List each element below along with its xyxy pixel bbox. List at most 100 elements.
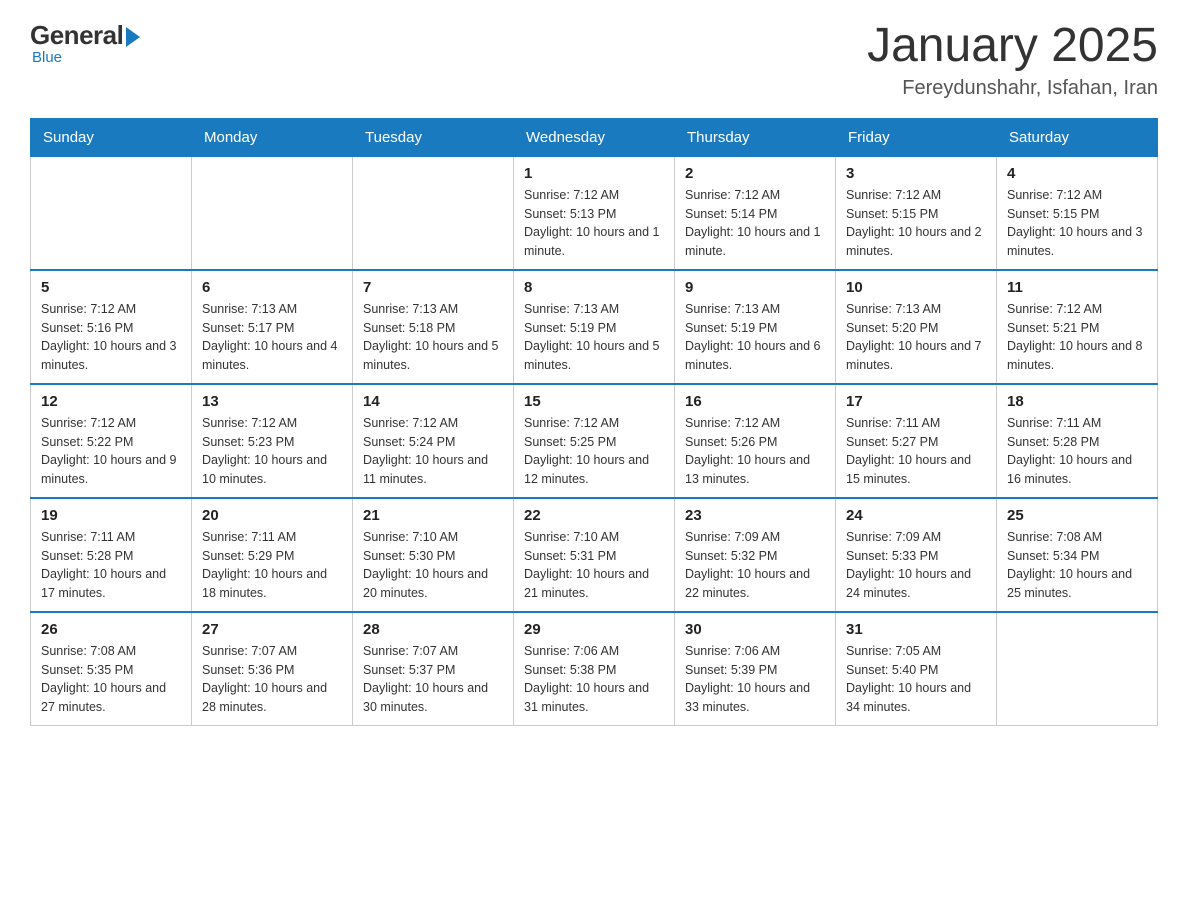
calendar-cell: 7 Sunrise: 7:13 AMSunset: 5:18 PMDaylight… <box>353 270 514 384</box>
day-number: 7 <box>363 279 503 296</box>
day-info: Sunrise: 7:13 AMSunset: 5:20 PMDaylight:… <box>846 300 986 375</box>
calendar-cell: 10 Sunrise: 7:13 AMSunset: 5:20 PMDayligh… <box>836 270 997 384</box>
day-info: Sunrise: 7:06 AMSunset: 5:39 PMDaylight:… <box>685 642 825 717</box>
day-number: 28 <box>363 621 503 638</box>
calendar-cell: 28Sunrise: 7:07 AMSunset: 5:37 PMDayligh… <box>353 612 514 726</box>
logo-blue-text: Blue <box>32 49 62 66</box>
day-info: Sunrise: 7:12 AMSunset: 5:26 PMDaylight:… <box>685 414 825 489</box>
day-number: 16 <box>685 393 825 410</box>
day-number: 23 <box>685 507 825 524</box>
day-info: Sunrise: 7:13 AMSunset: 5:19 PMDaylight:… <box>524 300 664 375</box>
calendar-cell: 26Sunrise: 7:08 AMSunset: 5:35 PMDayligh… <box>31 612 192 726</box>
page-header: General Blue January 2025 Fereydunshahr,… <box>30 20 1158 100</box>
calendar-cell: 15Sunrise: 7:12 AMSunset: 5:25 PMDayligh… <box>514 384 675 498</box>
calendar-cell: 5 Sunrise: 7:12 AMSunset: 5:16 PMDaylight… <box>31 270 192 384</box>
day-number: 30 <box>685 621 825 638</box>
calendar-header-saturday: Saturday <box>997 118 1158 156</box>
day-info: Sunrise: 7:12 AMSunset: 5:14 PMDaylight:… <box>685 186 825 261</box>
day-number: 24 <box>846 507 986 524</box>
calendar-cell: 13 Sunrise: 7:12 AMSunset: 5:23 PMDayligh… <box>192 384 353 498</box>
day-number: 13 <box>202 393 342 410</box>
day-info: Sunrise: 7:11 AMSunset: 5:29 PMDaylight:… <box>202 528 342 603</box>
day-number: 8 <box>524 279 664 296</box>
calendar-cell: 27 Sunrise: 7:07 AMSunset: 5:36 PMDayligh… <box>192 612 353 726</box>
location-title: Fereydunshahr, Isfahan, Iran <box>867 77 1158 100</box>
calendar-cell: 9 Sunrise: 7:13 AMSunset: 5:19 PMDaylight… <box>675 270 836 384</box>
day-info: Sunrise: 7:12 AMSunset: 5:13 PMDaylight:… <box>524 186 664 261</box>
calendar-cell: 16 Sunrise: 7:12 AMSunset: 5:26 PMDayligh… <box>675 384 836 498</box>
day-number: 1 <box>524 165 664 182</box>
calendar-cell: 14 Sunrise: 7:12 AMSunset: 5:24 PMDayligh… <box>353 384 514 498</box>
calendar-cell: 31 Sunrise: 7:05 AMSunset: 5:40 PMDayligh… <box>836 612 997 726</box>
day-info: Sunrise: 7:05 AMSunset: 5:40 PMDaylight:… <box>846 642 986 717</box>
calendar-week-2: 5 Sunrise: 7:12 AMSunset: 5:16 PMDaylight… <box>31 270 1158 384</box>
day-number: 21 <box>363 507 503 524</box>
day-number: 15 <box>524 393 664 410</box>
day-info: Sunrise: 7:08 AMSunset: 5:35 PMDaylight:… <box>41 642 181 717</box>
day-number: 17 <box>846 393 986 410</box>
logo-general-text: General <box>30 20 123 51</box>
calendar-header-friday: Friday <box>836 118 997 156</box>
day-number: 11 <box>1007 279 1147 296</box>
calendar-cell: 18Sunrise: 7:11 AMSunset: 5:28 PMDayligh… <box>997 384 1158 498</box>
calendar-cell <box>192 156 353 270</box>
day-info: Sunrise: 7:12 AMSunset: 5:16 PMDaylight:… <box>41 300 181 375</box>
day-number: 10 <box>846 279 986 296</box>
day-info: Sunrise: 7:12 AMSunset: 5:15 PMDaylight:… <box>846 186 986 261</box>
day-number: 6 <box>202 279 342 296</box>
calendar-cell: 2 Sunrise: 7:12 AMSunset: 5:14 PMDaylight… <box>675 156 836 270</box>
day-number: 19 <box>41 507 181 524</box>
calendar-header-sunday: Sunday <box>31 118 192 156</box>
calendar-cell: 23Sunrise: 7:09 AMSunset: 5:32 PMDayligh… <box>675 498 836 612</box>
day-info: Sunrise: 7:11 AMSunset: 5:27 PMDaylight:… <box>846 414 986 489</box>
day-number: 14 <box>363 393 503 410</box>
calendar-cell: 3Sunrise: 7:12 AMSunset: 5:15 PMDaylight… <box>836 156 997 270</box>
calendar-cell <box>997 612 1158 726</box>
day-number: 29 <box>524 621 664 638</box>
calendar-header-monday: Monday <box>192 118 353 156</box>
day-info: Sunrise: 7:12 AMSunset: 5:23 PMDaylight:… <box>202 414 342 489</box>
calendar-week-5: 26Sunrise: 7:08 AMSunset: 5:35 PMDayligh… <box>31 612 1158 726</box>
logo-arrow-icon <box>126 27 140 47</box>
day-number: 27 <box>202 621 342 638</box>
day-number: 25 <box>1007 507 1147 524</box>
day-info: Sunrise: 7:13 AMSunset: 5:18 PMDaylight:… <box>363 300 503 375</box>
calendar-cell <box>31 156 192 270</box>
day-info: Sunrise: 7:11 AMSunset: 5:28 PMDaylight:… <box>1007 414 1147 489</box>
day-info: Sunrise: 7:13 AMSunset: 5:19 PMDaylight:… <box>685 300 825 375</box>
calendar-header-thursday: Thursday <box>675 118 836 156</box>
day-info: Sunrise: 7:12 AMSunset: 5:21 PMDaylight:… <box>1007 300 1147 375</box>
day-number: 20 <box>202 507 342 524</box>
calendar-cell: 30 Sunrise: 7:06 AMSunset: 5:39 PMDayligh… <box>675 612 836 726</box>
calendar-week-3: 12 Sunrise: 7:12 AMSunset: 5:22 PMDayligh… <box>31 384 1158 498</box>
day-info: Sunrise: 7:09 AMSunset: 5:33 PMDaylight:… <box>846 528 986 603</box>
day-number: 31 <box>846 621 986 638</box>
day-info: Sunrise: 7:08 AMSunset: 5:34 PMDaylight:… <box>1007 528 1147 603</box>
calendar-header-tuesday: Tuesday <box>353 118 514 156</box>
day-info: Sunrise: 7:06 AMSunset: 5:38 PMDaylight:… <box>524 642 664 717</box>
day-info: Sunrise: 7:10 AMSunset: 5:31 PMDaylight:… <box>524 528 664 603</box>
day-info: Sunrise: 7:12 AMSunset: 5:24 PMDaylight:… <box>363 414 503 489</box>
day-number: 5 <box>41 279 181 296</box>
calendar-cell: 19 Sunrise: 7:11 AMSunset: 5:28 PMDayligh… <box>31 498 192 612</box>
day-number: 22 <box>524 507 664 524</box>
calendar-table: SundayMondayTuesdayWednesdayThursdayFrid… <box>30 118 1158 726</box>
logo: General Blue <box>30 20 140 66</box>
calendar-header-row: SundayMondayTuesdayWednesdayThursdayFrid… <box>31 118 1158 156</box>
calendar-header-wednesday: Wednesday <box>514 118 675 156</box>
day-number: 12 <box>41 393 181 410</box>
calendar-week-1: 1 Sunrise: 7:12 AMSunset: 5:13 PMDaylight… <box>31 156 1158 270</box>
calendar-cell: 6Sunrise: 7:13 AMSunset: 5:17 PMDaylight… <box>192 270 353 384</box>
calendar-cell: 1 Sunrise: 7:12 AMSunset: 5:13 PMDaylight… <box>514 156 675 270</box>
day-info: Sunrise: 7:07 AMSunset: 5:36 PMDaylight:… <box>202 642 342 717</box>
day-number: 2 <box>685 165 825 182</box>
day-info: Sunrise: 7:12 AMSunset: 5:15 PMDaylight:… <box>1007 186 1147 261</box>
calendar-cell: 20 Sunrise: 7:11 AMSunset: 5:29 PMDayligh… <box>192 498 353 612</box>
day-info: Sunrise: 7:12 AMSunset: 5:22 PMDaylight:… <box>41 414 181 489</box>
calendar-cell: 21 Sunrise: 7:10 AMSunset: 5:30 PMDayligh… <box>353 498 514 612</box>
day-info: Sunrise: 7:11 AMSunset: 5:28 PMDaylight:… <box>41 528 181 603</box>
day-info: Sunrise: 7:10 AMSunset: 5:30 PMDaylight:… <box>363 528 503 603</box>
day-number: 9 <box>685 279 825 296</box>
title-area: January 2025 Fereydunshahr, Isfahan, Ira… <box>867 20 1158 100</box>
calendar-cell: 22 Sunrise: 7:10 AMSunset: 5:31 PMDayligh… <box>514 498 675 612</box>
